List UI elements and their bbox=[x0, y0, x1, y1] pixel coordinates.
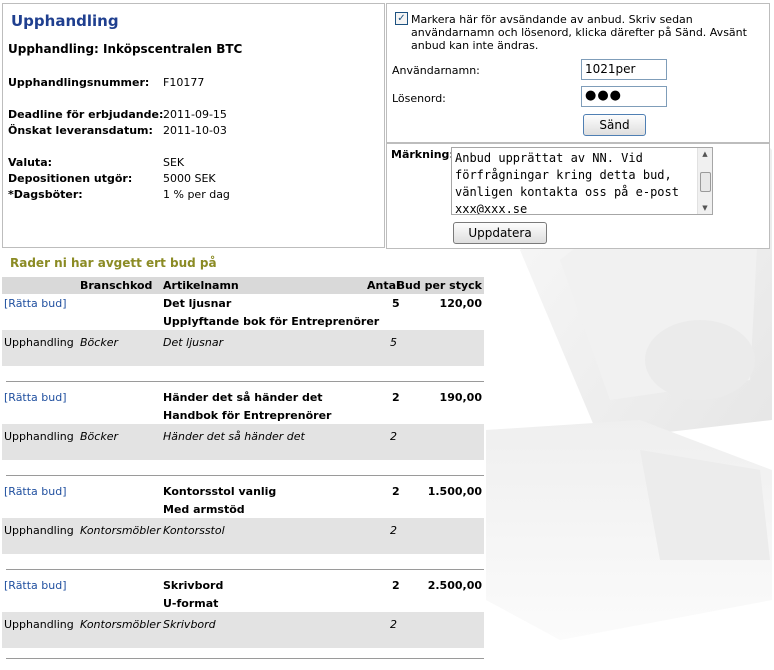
article-name: Skrivbord bbox=[163, 579, 224, 592]
username-label: Användarnamn: bbox=[392, 64, 480, 77]
confirm-send-checkbox[interactable]: ✓ bbox=[395, 12, 408, 25]
password-input[interactable]: ●●● bbox=[581, 86, 667, 107]
bids-heading: Rader ni har avgett ert bud på bbox=[10, 256, 217, 270]
article-name: Händer det så händer det bbox=[163, 391, 323, 404]
bid-quantity: 2 bbox=[392, 485, 400, 498]
article-ref: Skrivbord bbox=[163, 618, 216, 631]
article-description: Med armstöd bbox=[163, 503, 245, 516]
table-row: [Rätta bud] Händer det så händer det Han… bbox=[2, 388, 484, 424]
bid-quantity: 2 bbox=[392, 579, 400, 592]
send-button[interactable]: Sänd bbox=[583, 114, 646, 136]
branch-code: Kontorsmöbler bbox=[80, 618, 161, 631]
table-row: [Rätta bud] Skrivbord U-format 2 2.500,0… bbox=[2, 576, 484, 612]
marking-text: Anbud upprättat av NN. Vid förfrågningar… bbox=[455, 151, 687, 215]
bid-row-3: [Rätta bud] Kontorsstol vanlig Med armst… bbox=[2, 482, 484, 576]
row-divider bbox=[6, 475, 484, 476]
article-description: U-format bbox=[163, 597, 219, 610]
bid-row-2: [Rätta bud] Händer det så händer det Han… bbox=[2, 388, 484, 482]
update-button[interactable]: Uppdatera bbox=[453, 222, 547, 244]
marking-panel: Märkning: Anbud upprättat av NN. Vid för… bbox=[386, 143, 770, 249]
header-price: Bud per styck bbox=[396, 279, 482, 292]
bid-row-4: [Rätta bud] Skrivbord U-format 2 2.500,0… bbox=[2, 576, 484, 670]
currency-value: SEK bbox=[163, 156, 185, 169]
quantity-ref: 2 bbox=[390, 618, 397, 631]
correct-bid-link[interactable]: [Rätta bud] bbox=[4, 579, 67, 592]
header-article: Artikelnamn bbox=[163, 279, 239, 292]
correct-bid-link[interactable]: [Rätta bud] bbox=[4, 391, 67, 404]
branch-code: Böcker bbox=[80, 336, 118, 349]
marking-scrollbar[interactable]: ▲ ▼ bbox=[697, 148, 712, 214]
penalty-value: 1 % per dag bbox=[163, 188, 230, 201]
procurement-type: Upphandling bbox=[4, 524, 74, 537]
bid-price: 120,00 bbox=[439, 297, 482, 310]
procurement-title: Upphandling: Inköpscentralen BTC bbox=[8, 42, 243, 56]
row-divider bbox=[6, 569, 484, 570]
quantity-ref: 2 bbox=[390, 524, 397, 537]
send-bid-panel: ✓ Markera här för avsändande av anbud. S… bbox=[386, 3, 770, 143]
correct-bid-link[interactable]: [Rätta bud] bbox=[4, 485, 67, 498]
table-row: Upphandling Böcker Det ljusnar 5 bbox=[2, 330, 484, 366]
table-row: Upphandling Kontorsmöbler Kontorsstol 2 bbox=[2, 518, 484, 554]
username-input[interactable]: 1021per bbox=[581, 59, 667, 80]
currency-label: Valuta: bbox=[8, 156, 53, 169]
procurement-type: Upphandling bbox=[4, 336, 74, 349]
checkmark-icon: ✓ bbox=[397, 13, 406, 24]
penalty-label: *Dagsböter: bbox=[8, 188, 83, 201]
deposit-label: Depositionen utgör: bbox=[8, 172, 133, 185]
bid-row-1: [Rätta bud] Det ljusnar Upplyftande bok … bbox=[2, 294, 484, 388]
table-row: Upphandling Kontorsmöbler Skrivbord 2 bbox=[2, 612, 484, 648]
article-description: Handbok för Entreprenörer bbox=[163, 409, 332, 422]
branch-code: Kontorsmöbler bbox=[80, 524, 161, 537]
password-label: Lösenord: bbox=[392, 92, 446, 105]
marking-textarea[interactable]: Anbud upprättat av NN. Vid förfrågningar… bbox=[451, 147, 713, 215]
correct-bid-link[interactable]: [Rätta bud] bbox=[4, 297, 67, 310]
table-row: [Rätta bud] Kontorsstol vanlig Med armst… bbox=[2, 482, 484, 518]
page-title: Upphandling bbox=[11, 12, 119, 30]
procurement-type: Upphandling bbox=[4, 430, 74, 443]
table-row: [Rätta bud] Det ljusnar Upplyftande bok … bbox=[2, 294, 484, 330]
article-description: Upplyftande bok för Entreprenörer bbox=[163, 315, 380, 328]
bid-quantity: 2 bbox=[392, 391, 400, 404]
header-quantity: Antal bbox=[367, 279, 400, 292]
article-name: Det ljusnar bbox=[163, 297, 232, 310]
scroll-down-arrow-icon[interactable]: ▼ bbox=[698, 202, 712, 214]
procurement-type: Upphandling bbox=[4, 618, 74, 631]
article-ref: Kontorsstol bbox=[163, 524, 225, 537]
delivery-date-label: Önskat leveransdatum: bbox=[8, 124, 153, 137]
scroll-thumb[interactable] bbox=[700, 172, 711, 192]
branch-code: Böcker bbox=[80, 430, 118, 443]
bids-table-header: Branschkod Artikelnamn Antal Bud per sty… bbox=[2, 277, 484, 294]
deadline-label: Deadline för erbjudande: bbox=[8, 108, 164, 121]
quantity-ref: 2 bbox=[390, 430, 397, 443]
delivery-date-value: 2011-10-03 bbox=[163, 124, 227, 137]
deadline-value: 2011-09-15 bbox=[163, 108, 227, 121]
procurement-number-label: Upphandlingsnummer: bbox=[8, 76, 150, 89]
marking-label: Märkning: bbox=[391, 148, 454, 161]
bid-price: 2.500,00 bbox=[427, 579, 482, 592]
article-ref: Det ljusnar bbox=[163, 336, 224, 349]
procurement-info-panel: Upphandling Upphandling: Inköpscentralen… bbox=[2, 3, 385, 248]
row-divider bbox=[6, 381, 484, 382]
bid-price: 1.500,00 bbox=[427, 485, 482, 498]
bid-price: 190,00 bbox=[439, 391, 482, 404]
confirm-send-text: Markera här för avsändande av anbud. Skr… bbox=[411, 13, 747, 52]
article-ref: Händer det så händer det bbox=[163, 430, 305, 443]
quantity-ref: 5 bbox=[390, 336, 397, 349]
article-name: Kontorsstol vanlig bbox=[163, 485, 277, 498]
procurement-number-value: F10177 bbox=[163, 76, 205, 89]
deposit-value: 5000 SEK bbox=[163, 172, 216, 185]
table-row: Upphandling Böcker Händer det så händer … bbox=[2, 424, 484, 460]
bid-quantity: 5 bbox=[392, 297, 400, 310]
scroll-up-arrow-icon[interactable]: ▲ bbox=[698, 148, 712, 160]
header-branch: Branschkod bbox=[80, 279, 153, 292]
